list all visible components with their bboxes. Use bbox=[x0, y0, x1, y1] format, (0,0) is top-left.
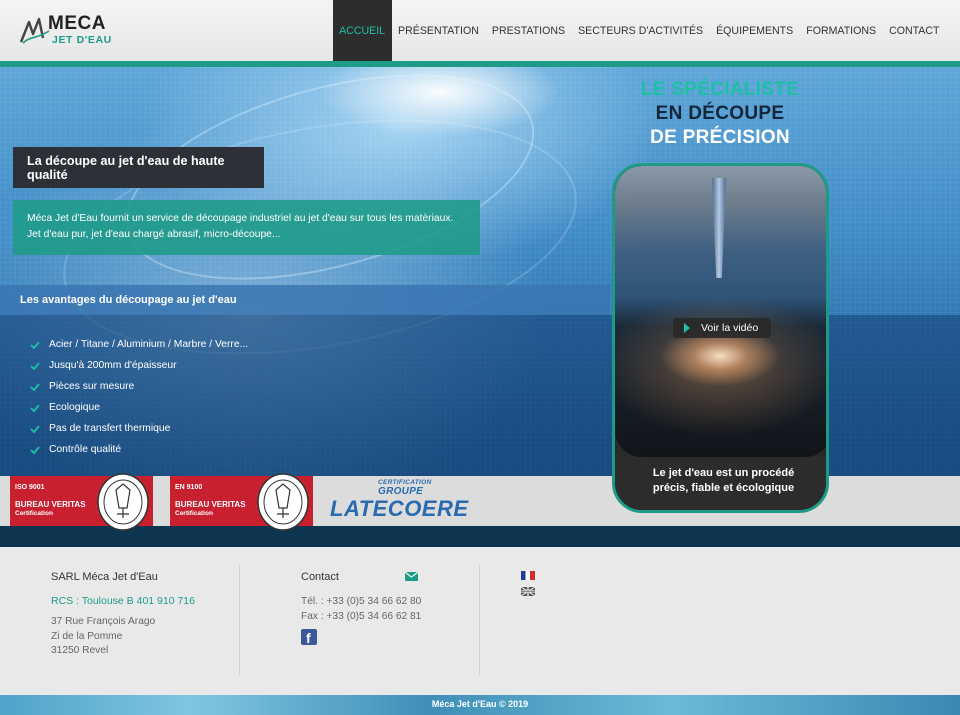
cert-sub: Certification bbox=[15, 510, 53, 517]
advantage-text: Jusqu'à 200mm d'épaisseur bbox=[49, 360, 177, 371]
footer-divider bbox=[239, 565, 240, 675]
advantage-text: Pièces sur mesure bbox=[49, 381, 135, 392]
nav-item-equipements[interactable]: ÉQUIPEMENTS bbox=[710, 0, 800, 61]
wave-mark-icon bbox=[20, 17, 50, 44]
video-caption-line: précis, fiable et écologique bbox=[652, 482, 795, 494]
latecoere-cert-label: CERTIFICATION bbox=[378, 479, 432, 486]
video-caption-line: Le jet d'eau est un procédé bbox=[652, 467, 795, 479]
advantage-item: Pas de transfert thermique bbox=[30, 418, 248, 439]
check-icon bbox=[30, 361, 40, 370]
footer-company-name: SARL Méca Jet d'Eau bbox=[51, 571, 158, 583]
footer-address: 37 Rue François Arago Zi de la Pomme 312… bbox=[51, 615, 155, 659]
footer-bottom-bar: Méca Jet d'Eau © 2019 bbox=[0, 695, 960, 715]
check-icon bbox=[30, 424, 40, 433]
latecoere-name: LATECOERE bbox=[330, 496, 469, 521]
advantage-text: Acier / Titane / Aluminium / Marbre / Ve… bbox=[49, 339, 249, 350]
logo-text-jet: JET D'EAU bbox=[52, 34, 112, 46]
advantage-item: Jusqu'à 200mm d'épaisseur bbox=[30, 355, 248, 376]
cert-code: EN 9100 bbox=[175, 484, 203, 491]
specialist-heading-line2: EN DÉCOUPE bbox=[655, 103, 785, 124]
advantages-title: Les avantages du découpage au jet d'eau bbox=[20, 294, 237, 306]
waterjet-nozzle bbox=[712, 178, 726, 278]
play-video-button[interactable]: Voir la vidéo bbox=[673, 318, 771, 338]
cert-body: BUREAU VERITAS bbox=[15, 500, 86, 509]
footer-rcs: RCS : Toulouse B 401 910 716 bbox=[51, 595, 195, 607]
mail-icon[interactable] bbox=[405, 572, 418, 581]
cert-code: ISO 9001 bbox=[15, 484, 45, 491]
footer-contact-title: Contact bbox=[301, 571, 339, 583]
advantage-item: Pièces sur mesure bbox=[30, 376, 248, 397]
logo-text-meca: MECA bbox=[48, 13, 106, 34]
nav-item-presentation[interactable]: PRÉSENTATION bbox=[392, 0, 486, 61]
check-icon bbox=[30, 403, 40, 412]
advantage-text: Contrôle qualité bbox=[49, 444, 122, 455]
advantages-list: Acier / Titane / Aluminium / Marbre / Ve… bbox=[30, 334, 248, 460]
site-header: MECA JET D'EAU ACCUEIL PRÉSENTATION PRES… bbox=[0, 0, 960, 61]
nav-item-formations[interactable]: FORMATIONS bbox=[800, 0, 883, 61]
cert-badge-en9100: EN 9100 BUREAU VERITAS Certification bbox=[170, 473, 313, 531]
waterjet-cutting-image[interactable] bbox=[615, 166, 826, 457]
advantage-text: Ecologique bbox=[49, 402, 100, 413]
nav-item-accueil[interactable]: ACCUEIL bbox=[332, 0, 392, 61]
hero-description-box: Méca Jet d'Eau fournit un service de déc… bbox=[13, 200, 480, 255]
flag-fr-icon[interactable] bbox=[521, 571, 535, 580]
footer-tel: Tél. : +33 (0)5 34 66 62 80 bbox=[301, 596, 422, 607]
flag-uk-icon[interactable] bbox=[521, 587, 535, 596]
cert-sub: Certification bbox=[175, 510, 213, 517]
latecoere-logo: CERTIFICATION GROUPE LATECOERE bbox=[330, 478, 475, 524]
footer-fax: Fax : +33 (0)5 34 66 62 81 bbox=[301, 610, 422, 622]
advantages-header: Les avantages du découpage au jet d'eau bbox=[0, 285, 610, 315]
specialist-heading-line1: LE SPÉCIALISTE bbox=[640, 79, 800, 100]
footer-divider bbox=[479, 565, 480, 675]
video-card: Voir la vidéo Le jet d'eau est un procéd… bbox=[612, 163, 829, 513]
nav-item-secteurs[interactable]: SECTEURS D'ACTIVITÉS bbox=[572, 0, 710, 61]
hero-description-line: Méca Jet d'Eau fournit un service de déc… bbox=[27, 213, 454, 224]
site-footer: SARL Méca Jet d'Eau RCS : Toulouse B 401… bbox=[0, 547, 960, 695]
play-video-label: Voir la vidéo bbox=[701, 322, 759, 334]
advantage-text: Pas de transfert thermique bbox=[49, 423, 171, 434]
copyright-text: Méca Jet d'Eau © 2019 bbox=[431, 699, 529, 709]
check-icon bbox=[30, 382, 40, 391]
advantage-item: Contrôle qualité bbox=[30, 439, 248, 460]
check-icon bbox=[30, 340, 40, 349]
footer-address-line: Zi de la Pomme bbox=[51, 630, 123, 642]
hero-title: La découpe au jet d'eau de haute qualité bbox=[27, 153, 225, 182]
hero-banner: La découpe au jet d'eau de haute qualité… bbox=[0, 67, 960, 547]
bureau-veritas-seal-icon bbox=[257, 473, 309, 531]
facebook-icon[interactable]: f bbox=[301, 629, 317, 646]
specialist-heading-line3: DE PRÉCISION bbox=[650, 127, 790, 148]
cert-badge-iso9001: ISO 9001 BUREAU VERITAS Certification bbox=[10, 473, 153, 531]
cert-body: BUREAU VERITAS bbox=[175, 500, 246, 509]
nav-item-contact[interactable]: CONTACT bbox=[883, 0, 946, 61]
bureau-veritas-seal-icon bbox=[97, 473, 149, 531]
hero-description-line: Jet d'eau pur, jet d'eau chargé abrasif,… bbox=[27, 229, 281, 240]
footer-address-line: 31250 Revel bbox=[51, 645, 109, 656]
check-icon bbox=[30, 445, 40, 454]
site-logo[interactable]: MECA JET D'EAU bbox=[20, 13, 112, 47]
play-icon bbox=[684, 323, 690, 333]
footer-phone-block: Tél. : +33 (0)5 34 66 62 80 Fax : +33 (0… bbox=[301, 595, 421, 624]
hero-title-box: La découpe au jet d'eau de haute qualité bbox=[13, 147, 264, 188]
footer-address-line: 37 Rue François Arago bbox=[51, 616, 156, 627]
advantage-item: Ecologique bbox=[30, 397, 248, 418]
main-nav: ACCUEIL PRÉSENTATION PRESTATIONS SECTEUR… bbox=[332, 0, 946, 61]
advantage-item: Acier / Titane / Aluminium / Marbre / Ve… bbox=[30, 334, 248, 355]
video-caption: Le jet d'eau est un procédé précis, fiab… bbox=[625, 466, 822, 496]
nav-item-prestations[interactable]: PRESTATIONS bbox=[485, 0, 571, 61]
